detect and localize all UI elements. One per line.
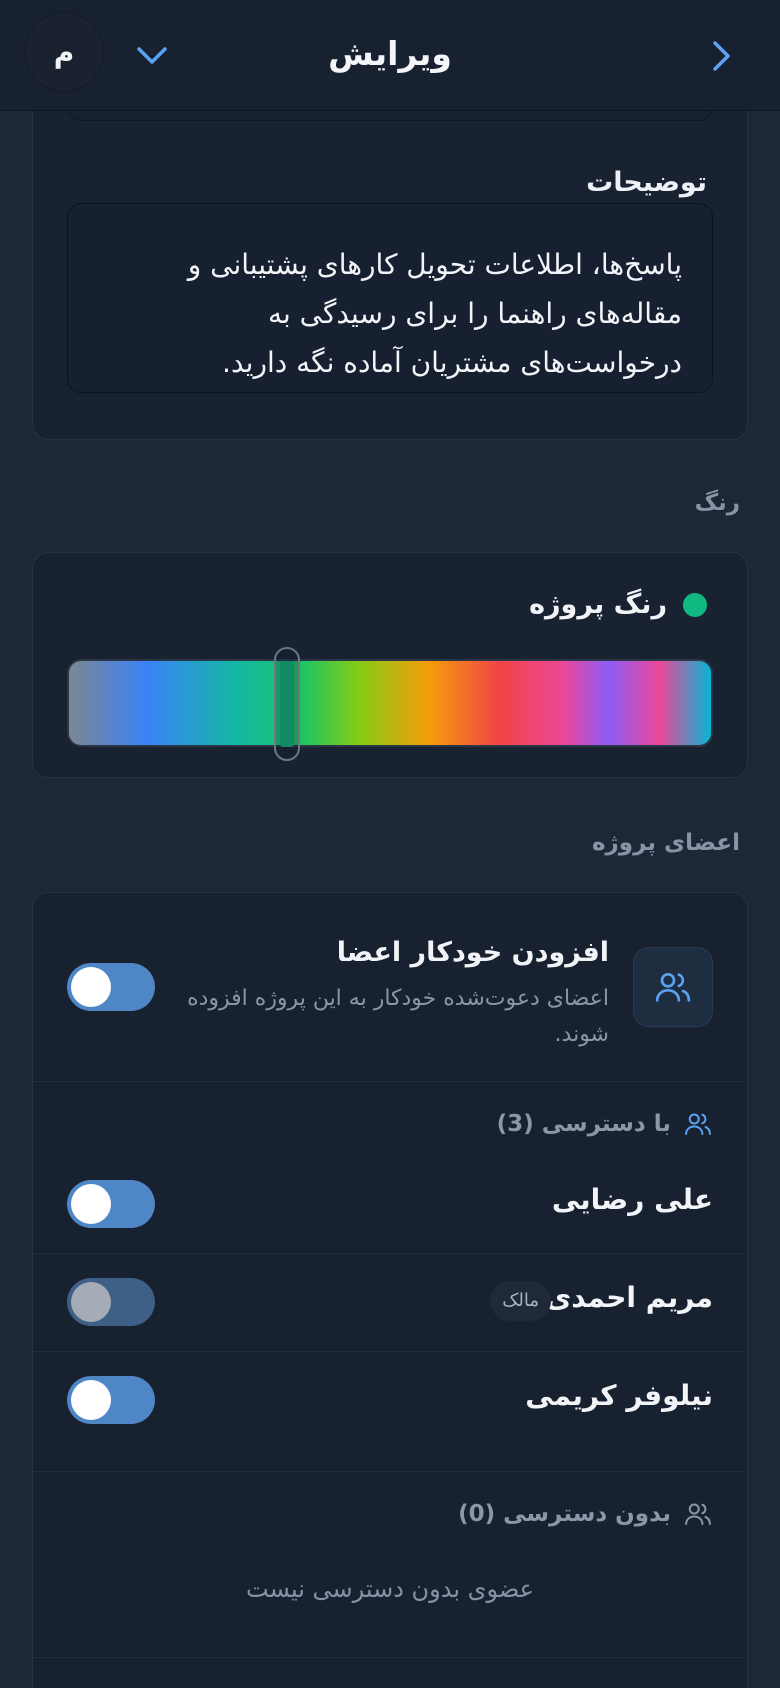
member-name: علی رضایی (551, 1183, 713, 1216)
with-access-header: با دسترسی (3) (497, 1109, 713, 1139)
member-name: نیلوفر کریمی (525, 1379, 713, 1412)
users-icon (685, 1113, 711, 1135)
avatar[interactable]: م (24, 12, 104, 92)
members-card: افزودن خودکار اعضا اعضای دعوت‌شده خودکار… (32, 892, 748, 1688)
without-access-header: بدون دسترسی (0) (458, 1499, 713, 1529)
members-section-label: اعضای پروژه (591, 830, 740, 856)
auto-add-subtitle-line: اعضای دعوت‌شده خودکار به این پروژه افزود… (187, 986, 609, 1011)
hue-slider[interactable] (67, 647, 713, 761)
description-line: مقاله‌های راهنما را برای رسیدگی به (267, 297, 682, 330)
auto-add-toggle[interactable] (67, 963, 155, 1011)
toggle-knob (71, 967, 111, 1007)
member-access-toggle[interactable] (67, 1180, 155, 1228)
dropdown-button[interactable] (132, 38, 172, 74)
owner-badge: مالک (490, 1281, 551, 1321)
auto-add-subtitle-line: شوند. (554, 1022, 609, 1047)
member-name: مریم احمدی (545, 1281, 713, 1314)
auto-add-row: افزودن خودکار اعضا اعضای دعوت‌شده خودکار… (33, 893, 747, 1081)
color-section-label: رنگ (694, 490, 740, 516)
description-line: درخواست‌های مشتریان آماده نگه دارید. (222, 346, 682, 379)
chevron-down-icon (137, 47, 167, 64)
divider (33, 1081, 747, 1082)
project-color-title: رنگ پروژه (529, 589, 667, 620)
hue-slider-thumb[interactable] (274, 647, 300, 761)
member-row: علی رضایی (33, 1155, 747, 1253)
member-row: نیلوفر کریمی (33, 1351, 747, 1449)
with-access-label: با دسترسی (3) (496, 1111, 671, 1137)
empty-state-text: عضوی بدون دسترسی نیست (246, 1575, 534, 1603)
toggle-knob (71, 1184, 111, 1224)
divider (33, 1657, 747, 1658)
description-label: توضیحات (586, 167, 707, 198)
users-icon (685, 1503, 711, 1525)
member-access-toggle[interactable] (67, 1376, 155, 1424)
color-swatch (683, 593, 707, 617)
auto-add-icon-box (633, 947, 713, 1027)
toggle-knob (71, 1380, 111, 1420)
toggle-knob (71, 1282, 111, 1322)
color-card: رنگ پروژه (32, 552, 748, 778)
auto-add-subtitle: اعضای دعوت‌شده خودکار به این پروژه افزود… (179, 981, 609, 1053)
description-line: پاسخ‌ها، اطلاعات تحویل کارهای پشتیبانی و (187, 248, 682, 281)
without-access-label: بدون دسترسی (0) (458, 1501, 671, 1527)
users-icon (655, 973, 691, 1002)
divider (33, 1471, 747, 1472)
auto-add-title: افزودن خودکار اعضا (336, 937, 609, 968)
page-title: ویرایش (328, 34, 452, 73)
member-row: مریم احمدی مالک (33, 1253, 747, 1351)
app-header: ویرایش م (0, 0, 780, 111)
member-access-toggle-disabled[interactable] (67, 1278, 155, 1326)
description-textarea[interactable]: پاسخ‌ها، اطلاعات تحویل کارهای پشتیبانی و… (67, 203, 713, 393)
